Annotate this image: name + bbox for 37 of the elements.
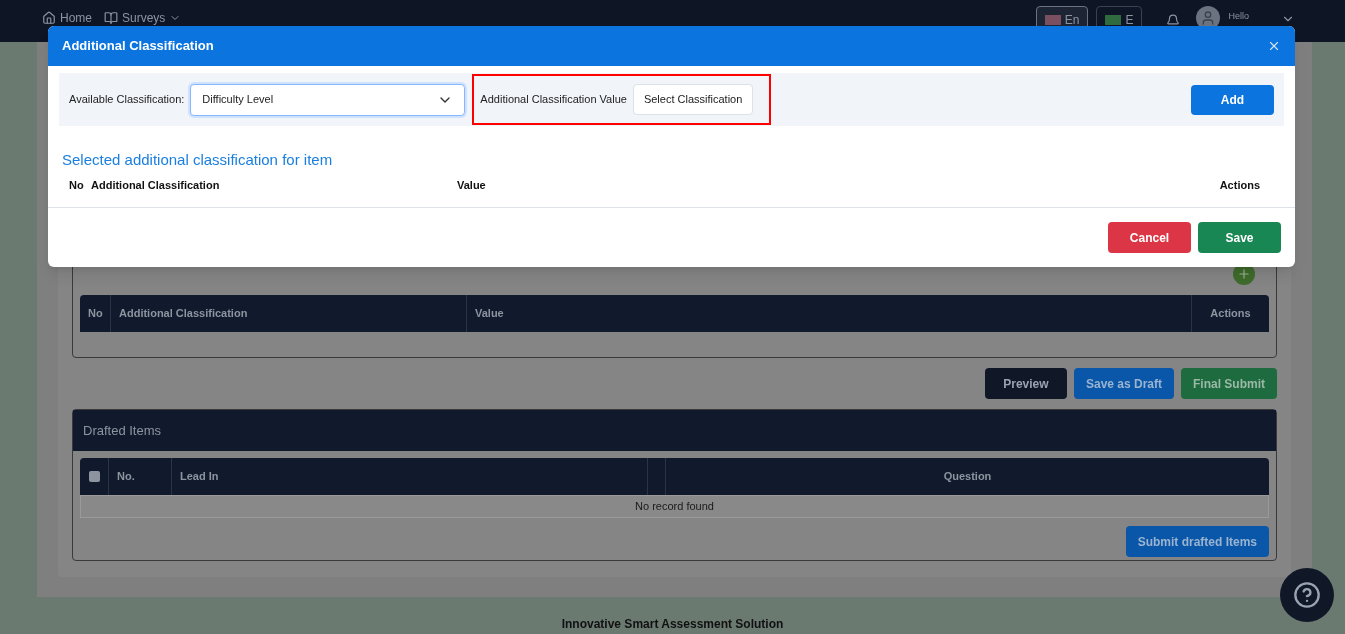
modal-title: Additional Classification bbox=[62, 37, 214, 56]
flag-icon bbox=[1044, 15, 1061, 25]
column-header: Value bbox=[466, 295, 1191, 332]
panel-title: Drafted Items bbox=[83, 421, 162, 440]
modal-button[interactable]: Save bbox=[1198, 222, 1281, 253]
add-button[interactable]: Add bbox=[1191, 84, 1274, 115]
submit-drafted-button[interactable]: Submit drafted Items bbox=[1125, 526, 1269, 557]
plus-icon bbox=[1237, 267, 1251, 281]
book-icon bbox=[104, 11, 118, 25]
column-header: No bbox=[69, 177, 85, 193]
classification-select[interactable]: Difficulty Level bbox=[190, 83, 466, 116]
column-header: Actions bbox=[1219, 177, 1260, 193]
empty-row: No record found bbox=[80, 495, 1269, 518]
column-header: Actions bbox=[1191, 295, 1269, 332]
column-header: Additional Classification bbox=[110, 295, 466, 332]
bell-icon[interactable] bbox=[1166, 14, 1181, 28]
select-classification-button[interactable]: Select Classification bbox=[632, 84, 754, 115]
flag-icon bbox=[1105, 15, 1122, 25]
value-label: Additional Classification Value bbox=[480, 92, 627, 108]
nav-link[interactable]: Surveys bbox=[104, 10, 182, 26]
home-icon bbox=[42, 11, 56, 25]
help-icon bbox=[1293, 581, 1321, 609]
help-button[interactable] bbox=[1280, 568, 1334, 622]
action-button[interactable]: Final Submit bbox=[1181, 368, 1277, 399]
footer-text: Innovative Smart Assessment Solution bbox=[560, 616, 785, 632]
greeting-text: Hello bbox=[1228, 10, 1249, 23]
column-header: Value bbox=[457, 177, 487, 193]
close-icon[interactable] bbox=[1267, 39, 1281, 53]
action-button[interactable]: Save as Draft bbox=[1073, 368, 1174, 399]
modal-button[interactable]: Cancel bbox=[1108, 222, 1191, 253]
select-all-checkbox[interactable] bbox=[88, 471, 100, 482]
column-header: No bbox=[87, 306, 104, 322]
available-label: Available Classification: bbox=[69, 92, 185, 108]
section-title: Selected additional classification for item bbox=[62, 150, 334, 170]
column-header: Additional Classification bbox=[91, 177, 221, 193]
action-button[interactable]: Preview bbox=[984, 368, 1067, 399]
nav-link[interactable]: Home bbox=[42, 10, 92, 26]
